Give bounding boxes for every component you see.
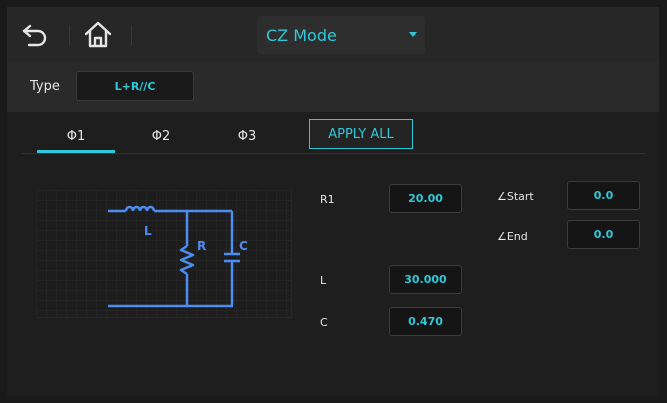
end-angle-field[interactable]: 0.0 [567, 220, 640, 249]
tab-phi3[interactable]: Φ3 [208, 129, 286, 144]
type-value-field[interactable]: L+R//C [76, 71, 194, 101]
start-angle-label: ∠Start [497, 190, 534, 203]
resistor-label: R [197, 239, 206, 253]
capacitor-label: C [239, 239, 248, 253]
inductor-label: L [144, 224, 152, 238]
apply-all-button[interactable]: APPLY ALL [309, 119, 413, 149]
tab-phi2[interactable]: Φ2 [122, 129, 200, 144]
home-button[interactable] [78, 15, 118, 55]
l-value-field[interactable]: 30.000 [389, 265, 462, 294]
type-label: Type [30, 79, 60, 94]
c-value-field[interactable]: 0.470 [389, 307, 462, 336]
end-angle-label: ∠End [497, 230, 528, 243]
chevron-down-icon [409, 32, 417, 37]
tab-phi1[interactable]: Φ1 [37, 129, 115, 144]
tabs-divider [21, 153, 645, 154]
mode-select[interactable]: CZ Mode [257, 16, 425, 54]
divider [131, 25, 132, 45]
app-frame: CZ Mode Type L+R//C Φ1 Φ2 Φ3 APPLY ALL L… [7, 7, 659, 396]
l-label: L [320, 274, 327, 287]
type-bar: Type L+R//C [7, 62, 659, 112]
circuit-diagram: L R C [36, 190, 292, 318]
r1-label: R1 [320, 193, 335, 206]
back-button[interactable] [15, 15, 55, 55]
mode-select-value: CZ Mode [266, 25, 337, 45]
start-angle-field[interactable]: 0.0 [567, 181, 640, 210]
back-icon [22, 24, 47, 47]
top-bar: CZ Mode [7, 7, 659, 62]
c-label: C [320, 316, 328, 329]
home-icon [84, 21, 112, 48]
r1-value-field[interactable]: 20.00 [389, 184, 462, 213]
divider [69, 25, 70, 45]
